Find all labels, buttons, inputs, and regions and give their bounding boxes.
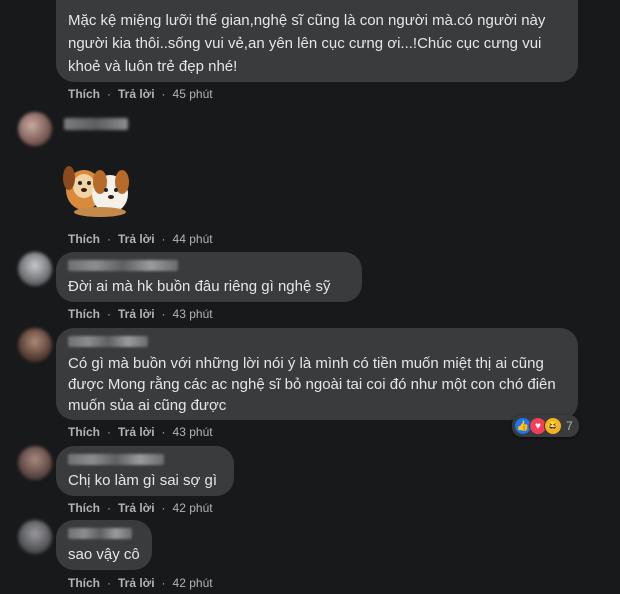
- reply-button[interactable]: Trả lời: [118, 87, 155, 101]
- avatar[interactable]: [18, 446, 52, 480]
- reply-button[interactable]: Trả lời: [118, 576, 155, 590]
- comment-actions: Thích · Trả lời · 43 phút: [68, 307, 213, 321]
- comment-actions: Thích · Trả lời · 44 phút: [68, 232, 213, 246]
- reply-button[interactable]: Trả lời: [118, 232, 155, 246]
- timestamp[interactable]: 43 phút: [173, 307, 213, 321]
- like-button[interactable]: Thích: [68, 307, 100, 321]
- like-button[interactable]: Thích: [68, 425, 100, 439]
- haha-reaction-icon: 😆: [544, 417, 562, 435]
- like-button[interactable]: Thích: [68, 232, 100, 246]
- comment-bubble: Đời ai mà hk buồn đâu riêng gì nghệ sỹ: [56, 252, 362, 302]
- like-button[interactable]: Thích: [68, 576, 100, 590]
- reply-button[interactable]: Trả lời: [118, 501, 155, 515]
- avatar[interactable]: [18, 328, 52, 362]
- avatar[interactable]: [18, 520, 52, 554]
- comment-actions: Thích · Trả lời · 43 phút: [68, 425, 213, 439]
- like-button[interactable]: Thích: [68, 501, 100, 515]
- avatar[interactable]: [18, 252, 52, 286]
- avatar[interactable]: [18, 112, 52, 146]
- reaction-summary[interactable]: 👍 ♥ 😆 7: [512, 415, 579, 437]
- author-name[interactable]: [68, 260, 178, 271]
- comment-bubble: Có gì mà buồn với những lời nói ý là mìn…: [56, 328, 578, 420]
- reaction-count: 7: [566, 419, 573, 433]
- dog-hug-sticker: [63, 166, 129, 217]
- comment-actions: Thích · Trả lời · 42 phút: [68, 576, 213, 590]
- like-button[interactable]: Thích: [68, 87, 100, 101]
- comment-text: Mặc kệ miệng lưỡi thế gian,nghệ sĩ cũng …: [68, 12, 546, 75]
- comment-text: Có gì mà buồn với những lời nói ý là mìn…: [68, 355, 556, 414]
- comment-bubble: Chị ko làm gì sai sợ gì: [56, 446, 234, 496]
- timestamp[interactable]: 42 phút: [173, 576, 213, 590]
- comment-bubble: Mặc kệ miệng lưỡi thế gian,nghệ sĩ cũng …: [56, 0, 578, 82]
- comment-actions: Thích · Trả lời · 42 phút: [68, 501, 213, 515]
- author-name[interactable]: [68, 336, 148, 347]
- timestamp[interactable]: 44 phút: [173, 232, 213, 246]
- author-name[interactable]: [68, 454, 164, 465]
- comment-text: sao vậy cô: [68, 546, 140, 563]
- timestamp[interactable]: 42 phút: [173, 501, 213, 515]
- timestamp[interactable]: 45 phút: [173, 87, 213, 101]
- author-name[interactable]: [64, 118, 128, 130]
- comment-actions: Thích · Trả lời · 45 phút: [68, 87, 213, 101]
- reply-button[interactable]: Trả lời: [118, 425, 155, 439]
- timestamp[interactable]: 43 phút: [173, 425, 213, 439]
- comment-text: Chị ko làm gì sai sợ gì: [68, 472, 218, 489]
- author-name[interactable]: [68, 528, 132, 539]
- comment-text: Đời ai mà hk buồn đâu riêng gì nghệ sỹ: [68, 278, 331, 295]
- reply-button[interactable]: Trả lời: [118, 307, 155, 321]
- comment-bubble: sao vậy cô: [56, 520, 152, 570]
